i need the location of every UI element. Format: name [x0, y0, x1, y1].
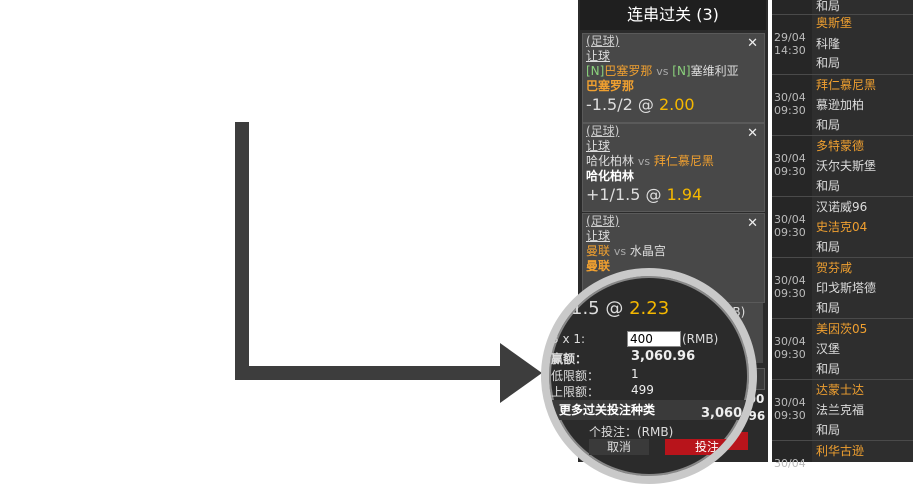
match-datetime: 30/04 09:30 [774, 213, 806, 239]
close-icon[interactable]: ✕ [747, 126, 758, 141]
list-item: 30/04 利华古逊 [774, 444, 865, 470]
match-datetime: 30/04 09:30 [774, 91, 806, 117]
betslip-title: 连串过关 (3) [580, 0, 766, 30]
total-label: 个投注：(RMB) [589, 425, 674, 439]
max-label: 上限额： [551, 385, 600, 399]
list-item: 30/04 09:30 拜仁慕尼黑 慕逊加柏 和局 [772, 75, 913, 136]
list-item: 30/04 09:30 贺芬咸 印戈斯塔德 和局 [772, 258, 913, 319]
min-value: 1 [631, 367, 639, 381]
sport-type[interactable]: (足球) [583, 124, 764, 139]
list-item: 30/04 09:30 达蒙士达 法兰克福 和局 [772, 380, 913, 441]
list-item: 29/04 14:30 奥斯堡 科隆 和局 [772, 15, 913, 75]
close-icon[interactable]: ✕ [747, 36, 758, 51]
odds-line: -1.5/2 @ 2.00 [586, 95, 695, 114]
match-teams: 哈化柏林 vs 拜仁慕尼黑 [586, 154, 714, 168]
match-datetime: 29/04 14:30 [774, 31, 806, 57]
arrow-shaft-horizontal [235, 366, 525, 380]
cancel-button[interactable]: 取消 [589, 439, 649, 455]
selection: 哈化柏林 [586, 169, 635, 183]
max-value: 499 [631, 383, 654, 397]
match-datetime: 30/04 09:30 [774, 396, 806, 422]
stake-input[interactable]: 400 [627, 331, 681, 347]
close-icon[interactable]: ✕ [747, 216, 758, 231]
market-type: 让球 [586, 49, 611, 63]
sport-type[interactable]: (足球) [583, 214, 764, 229]
min-label: 低限额： [551, 369, 600, 383]
list-item: 30/04 09:30 汉诺威96 史洁克04 和局 [772, 197, 913, 258]
bet-card-2: ✕ (足球) 让球 哈化柏林 vs 拜仁慕尼黑 哈化柏林 +1/1.5 @ 1.… [582, 123, 765, 212]
match-teams: [N]巴塞罗那 vs [N]塞维利亚 [586, 64, 739, 78]
match-datetime: 30/04 [774, 457, 806, 470]
match-datetime: 30/04 09:30 [774, 335, 806, 361]
match-datetime: 30/04 09:30 [774, 274, 806, 300]
sport-type[interactable]: (足球) [583, 34, 764, 49]
match-datetime: 30/04 09:30 [774, 152, 806, 178]
magnifier-lens: 1.5 @ 2.23 3 x 1: 400 (RMB) 赢额： 3,060.96… [541, 268, 757, 484]
list-item: 30/04 09:30 美因茨05 汉堡 和局 [772, 319, 913, 380]
total-value: 3,060.96 [701, 406, 749, 421]
arrow-head-icon [500, 343, 542, 403]
bet-card-1: ✕ (足球) 让球 [N]巴塞罗那 vs [N]塞维利亚 巴塞罗那 -1.5/2… [582, 33, 765, 123]
win-label: 赢额： [551, 352, 588, 366]
arrow-shaft-vertical [235, 122, 249, 380]
list-item: 30/04 09:30 多特蒙德 沃尔夫斯堡 和局 [772, 136, 913, 197]
unit-label: (RMB) [682, 332, 719, 346]
odds-line: +1/1.5 @ 1.94 [586, 185, 703, 204]
combo-label: 3 x 1: [551, 332, 586, 346]
selection: 巴塞罗那 [586, 79, 635, 93]
win-value: 3,060.96 [631, 349, 696, 364]
odds-line: 1.5 @ 2.23 [571, 298, 670, 319]
submit-button[interactable]: 投注 [665, 439, 749, 455]
market-type: 让球 [586, 139, 611, 153]
match-teams: 曼联 vs 水晶宫 [586, 244, 666, 258]
market-type: 让球 [586, 229, 611, 243]
